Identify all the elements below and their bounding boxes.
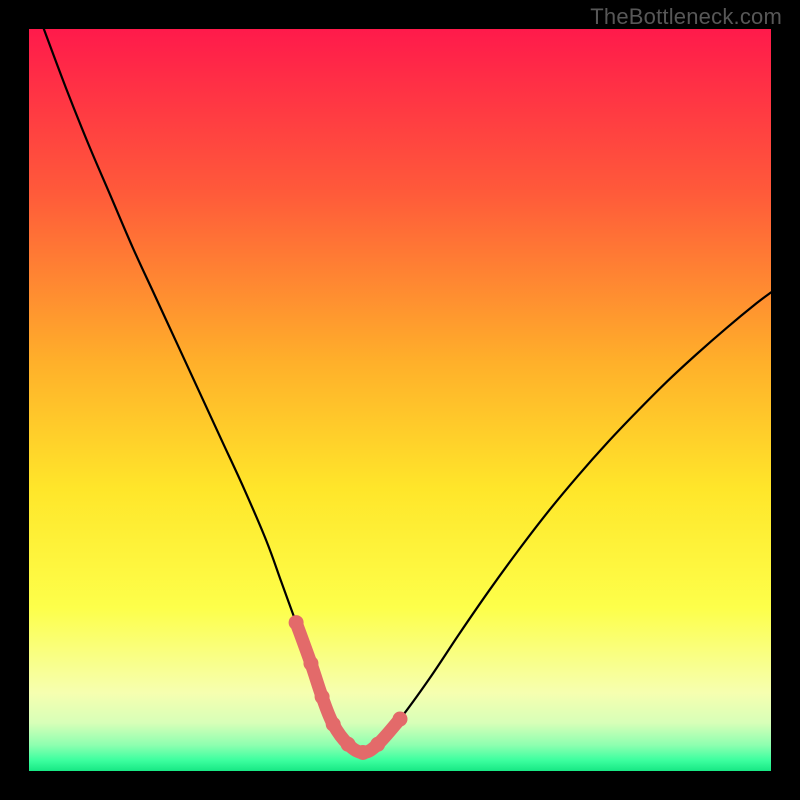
watermark-text: TheBottleneck.com	[590, 4, 782, 30]
highlight-dot	[303, 656, 318, 671]
chart-background	[29, 29, 771, 771]
highlight-dot	[355, 745, 370, 760]
highlight-dot	[289, 615, 304, 630]
chart-frame: TheBottleneck.com	[0, 0, 800, 800]
highlight-dot	[341, 737, 356, 752]
highlight-dot	[393, 712, 408, 727]
highlight-dot	[326, 717, 341, 732]
chart-plot-area	[29, 29, 771, 771]
highlight-dot	[315, 689, 330, 704]
chart-svg	[29, 29, 771, 771]
highlight-dot	[370, 737, 385, 752]
